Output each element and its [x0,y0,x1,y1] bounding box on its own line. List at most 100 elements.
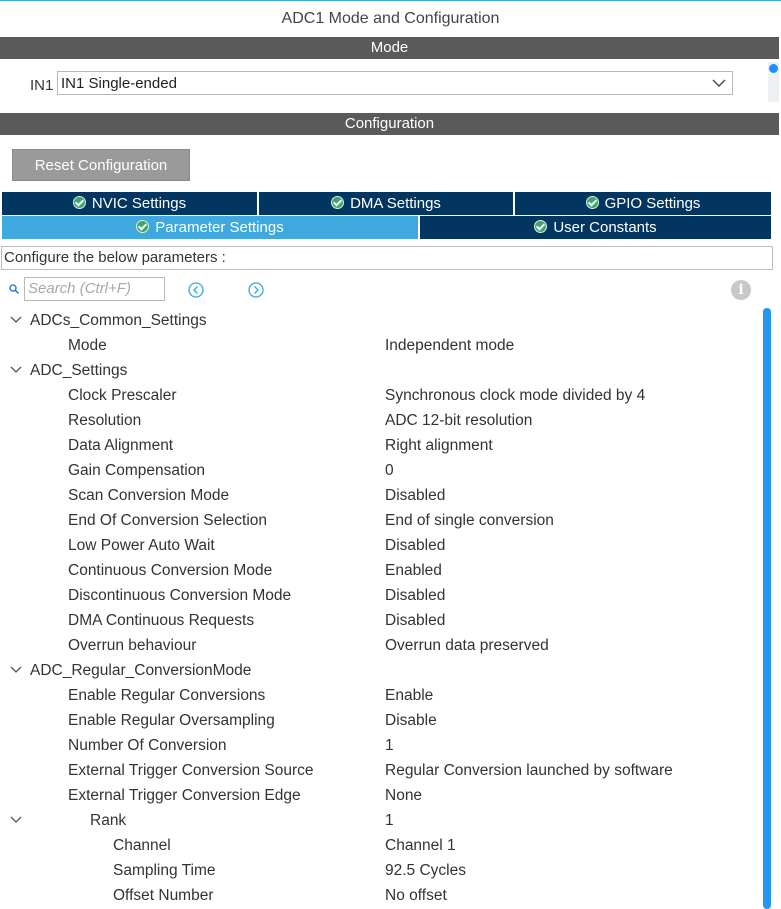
param-value[interactable]: 0 [385,458,394,483]
tree-param-row[interactable]: Enable Regular Conversions Enable [0,683,760,708]
tree-param-row[interactable]: Discontinuous Conversion Mode Disabled [0,583,760,608]
group-label: ADC_Settings [30,362,128,379]
param-key: Overrun behaviour [68,637,197,654]
param-key: Clock Prescaler [68,387,177,404]
param-value[interactable]: End of single conversion [385,508,554,533]
reset-configuration-button[interactable]: Reset Configuration [12,149,190,181]
param-value[interactable]: No offset [385,883,447,908]
tab-label: User Constants [553,219,657,236]
tree-param-row[interactable]: Clock Prescaler Synchronous clock mode di… [0,383,760,408]
param-value[interactable]: Disabled [385,608,445,633]
tree-param-row[interactable]: Data Alignment Right alignment [0,433,760,458]
param-key: Data Alignment [68,437,174,454]
previous-match-icon[interactable] [188,282,204,298]
param-value[interactable]: Disabled [385,483,445,508]
tree-scrollbar-thumb[interactable] [763,308,771,909]
tab-parameter-settings[interactable]: Parameter Settings [2,216,418,239]
param-key: DMA Continuous Requests [68,612,255,629]
tree-param-row[interactable]: Continuous Conversion Mode Enabled [0,558,760,583]
param-value[interactable]: Regular Conversion launched by software [385,758,673,783]
param-value[interactable]: None [385,783,422,808]
param-key: Number Of Conversion [68,737,227,754]
tab-label: DMA Settings [350,195,441,212]
tree-group-row[interactable]: ADC_Settings [0,358,760,383]
tab-label: Parameter Settings [155,219,284,236]
tree-param-row[interactable]: Scan Conversion Mode Disabled [0,483,760,508]
configuration-section-header: Configuration [0,113,779,135]
chevron-down-icon[interactable] [10,365,22,374]
tree-param-row[interactable]: Mode Independent mode [0,333,760,358]
in1-label: IN1 [30,77,54,94]
tree-param-row[interactable]: Overrun behaviour Overrun data preserved [0,633,760,658]
tree-param-row[interactable]: External Trigger Conversion Edge None [0,783,760,808]
tree-param-row[interactable]: Gain Compensation 0 [0,458,760,483]
tab-gpio-settings[interactable]: GPIO Settings [515,192,771,215]
tree-group-row[interactable]: ADCs_Common_Settings [0,308,760,333]
param-key: Rank [90,812,127,829]
tree-param-row[interactable]: Offset Number No offset [0,883,760,908]
tree-param-row[interactable]: Enable Regular Oversampling Disable [0,708,760,733]
tab-label: GPIO Settings [604,195,701,212]
tab-nvic-settings[interactable]: NVIC Settings [2,192,257,215]
param-key: Offset Number [113,887,214,904]
in1-mode-select[interactable]: IN1 Single-ended [57,71,733,95]
param-key: Discontinuous Conversion Mode [68,587,292,604]
chevron-down-icon[interactable] [10,815,22,824]
param-value[interactable]: Overrun data preserved [385,633,549,658]
tree-group-row[interactable]: ADC_Regular_ConversionMode [0,658,760,683]
tree-param-row[interactable]: End Of Conversion Selection End of single… [0,508,760,533]
group-label: ADC_Regular_ConversionMode [30,662,252,679]
tree-param-row[interactable]: Number Of Conversion 1 [0,733,760,758]
param-key: Mode [68,337,107,354]
param-value[interactable]: Disabled [385,533,445,558]
param-value[interactable]: Disable [385,708,437,733]
tree-param-row[interactable]: Channel Channel 1 [0,833,760,858]
parameter-tree: ADCs_Common_Settings Mode Independent mod… [0,308,760,908]
check-circle-icon [585,196,599,209]
param-key: Enable Regular Oversampling [68,712,275,729]
param-value[interactable]: ADC 12-bit resolution [385,408,532,433]
param-key: Resolution [68,412,142,429]
tree-param-row[interactable]: External Trigger Conversion Source Regula… [0,758,760,783]
tree-param-row[interactable]: DMA Continuous Requests Disabled [0,608,760,633]
param-key: External Trigger Conversion Source [68,762,314,779]
tab-user-constants[interactable]: User Constants [420,216,771,239]
tab-dma-settings[interactable]: DMA Settings [259,192,513,215]
param-value[interactable]: Enable [385,683,433,708]
tree-rank-row[interactable]: Rank 1 [0,808,760,833]
param-value[interactable]: Independent mode [385,333,514,358]
param-key: Gain Compensation [68,462,205,479]
tree-param-row[interactable]: Low Power Auto Wait Disabled [0,533,760,558]
search-icon [9,284,19,294]
param-key: Continuous Conversion Mode [68,562,273,579]
tab-label: NVIC Settings [91,195,187,212]
param-value[interactable]: 1 [385,733,394,758]
tree-param-row[interactable]: Sampling Time 92.5 Cycles [0,858,760,883]
search-input[interactable]: Search (Ctrl+F) [24,277,165,301]
param-key: External Trigger Conversion Edge [68,787,301,804]
chevron-down-icon[interactable] [10,665,22,674]
tree-param-row[interactable]: Resolution ADC 12-bit resolution [0,408,760,433]
check-circle-icon [136,220,150,233]
check-circle-icon [72,196,86,209]
param-value[interactable]: 1 [385,808,394,833]
param-key: End Of Conversion Selection [68,512,268,529]
chevron-down-icon[interactable] [10,315,22,324]
param-key: Channel [113,837,171,854]
mode-section-header: Mode [0,37,779,59]
next-match-icon[interactable] [248,282,264,298]
param-value[interactable]: Enabled [385,558,442,583]
param-value[interactable]: Right alignment [385,433,493,458]
param-value[interactable]: 92.5 Cycles [385,858,466,883]
check-circle-icon [534,220,548,233]
param-key: Low Power Auto Wait [68,537,215,554]
param-value[interactable]: Channel 1 [385,833,456,858]
in1-mode-value: IN1 Single-ended [61,75,177,92]
info-icon[interactable]: i [731,280,751,300]
mode-scrollbar-thumb[interactable] [769,64,778,73]
param-value[interactable]: Disabled [385,583,445,608]
param-key: Scan Conversion Mode [68,487,230,504]
mode-scrollbar[interactable] [768,62,779,102]
parameters-caption: Configure the below parameters : [1,246,773,270]
param-value[interactable]: Synchronous clock mode divided by 4 [385,383,645,408]
